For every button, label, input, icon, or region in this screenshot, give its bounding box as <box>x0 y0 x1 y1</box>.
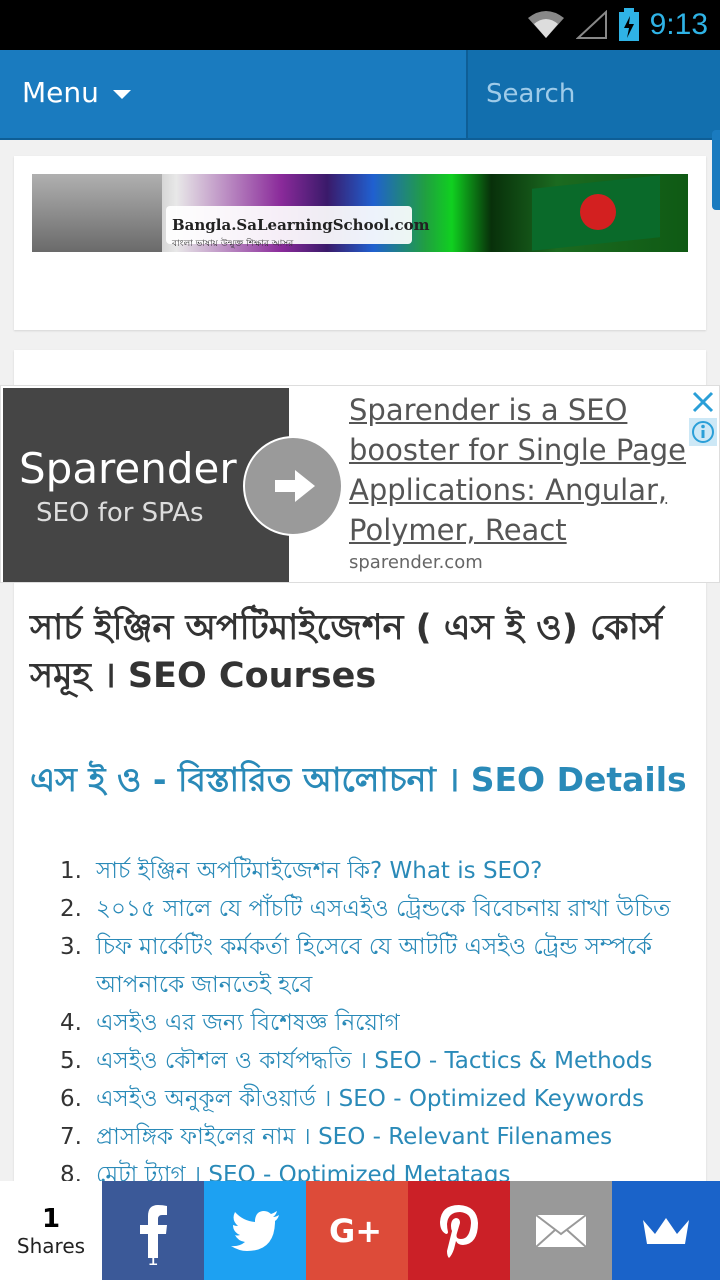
list-item: 4. এসইও এর জন্য বিশেষজ্ঞ নিয়োগ <box>60 1004 700 1042</box>
course-link[interactable]: এসইও এর জন্য বিশেষজ্ঞ নিয়োগ <box>96 1004 400 1042</box>
share-count-label: Shares <box>16 1233 86 1258</box>
ad-brand: Sparender <box>19 444 237 493</box>
page-title: সার্চ ইঞ্জিন অপটিমাইজেশন ( এস ই ও) কোর্স… <box>30 608 663 696</box>
google-plus-icon: G+ <box>329 1214 382 1248</box>
share-count: 1 Shares <box>0 1181 102 1280</box>
course-link[interactable]: সার্চ ইঞ্জিন অপটিমাইজেশন কি? What is SEO… <box>96 852 542 890</box>
clock: 9:13 <box>649 8 708 41</box>
caret-down-icon <box>112 90 131 99</box>
email-share-button[interactable] <box>510 1181 612 1280</box>
list-item: 3. চিফ মার্কেটিং কর্মকর্তা হিসেবে যে আটটি… <box>60 928 700 1004</box>
battery-charging-icon <box>618 8 639 41</box>
sumome-share-button[interactable] <box>612 1181 720 1280</box>
menu-button[interactable]: Menu <box>22 76 131 109</box>
course-list: 1. সার্চ ইঞ্জিন অপটিমাইজেশন কি? What is S… <box>60 852 700 1194</box>
banner-site-name: Bangla.SaLearningSchool.com <box>172 216 430 234</box>
ad-domain: sparender.com <box>349 552 483 573</box>
course-link[interactable]: ২০১৫ সালে যে পাঁচটি এসএইও ট্রেন্ডকে বিবে… <box>96 890 670 928</box>
list-item: 1. সার্চ ইঞ্জিন অপটিমাইজেশন কি? What is S… <box>60 852 700 890</box>
list-item: 2. ২০১৫ সালে যে পাঁচটি এসএইও ট্রেন্ডকে বি… <box>60 890 700 928</box>
menu-label: Menu <box>22 76 99 109</box>
course-link[interactable]: এসইও অনুকূল কীওয়ার্ড । SEO - Optimized … <box>96 1080 644 1118</box>
scroll-indicator <box>712 130 720 210</box>
svg-text:G+: G+ <box>329 1214 382 1248</box>
ad-tagline: SEO for SPAs <box>36 498 204 528</box>
google-plus-share-button[interactable]: G+ <box>306 1181 408 1280</box>
search-input[interactable] <box>468 50 720 138</box>
share-count-number: 1 <box>41 1203 61 1234</box>
course-link[interactable]: প্রাসঙ্গিক ফাইলের নাম । SEO - Relevant F… <box>96 1118 612 1156</box>
crown-icon <box>643 1217 689 1244</box>
arrow-right-icon <box>275 470 315 502</box>
email-icon <box>535 1213 587 1248</box>
status-bar: 9:13 <box>0 0 720 50</box>
close-icon[interactable] <box>689 388 717 416</box>
top-navbar: Menu <box>0 50 720 140</box>
course-link[interactable]: চিফ মার্কেটিং কর্মকর্তা হিসেবে যে আটটি এ… <box>96 928 700 1004</box>
section-title[interactable]: এস ই ও - বিস্তারিত আলোচনা । SEO Details <box>30 758 690 802</box>
list-item: 7. প্রাসঙ্গিক ফাইলের নাম । SEO - Relevant… <box>60 1118 700 1156</box>
header-card: Bangla.SaLearningSchool.com বাংলা ভাষায়… <box>14 156 706 330</box>
search-box <box>466 50 720 138</box>
statue-image <box>32 174 162 252</box>
twitter-share-button[interactable] <box>204 1181 306 1280</box>
site-banner[interactable]: Bangla.SaLearningSchool.com বাংলা ভাষায়… <box>32 174 688 252</box>
facebook-share-count: 1 <box>147 1249 159 1270</box>
info-icon <box>692 421 714 443</box>
list-item: 5. এসইও কৌশল ও কার্যপদ্ধতি । SEO - Tactic… <box>60 1042 700 1080</box>
signal-icon <box>575 10 607 39</box>
facebook-share-button[interactable]: 1 <box>102 1181 204 1280</box>
list-item: 6. এসইও অনুকূল কীওয়ার্ড । SEO - Optimize… <box>60 1080 700 1118</box>
banner-tagline: বাংলা ভাষায় উন্মুক্ত শিক্ষার আসর <box>172 239 294 249</box>
ad-banner[interactable]: Sparender SEO for SPAs Sparender is a SE… <box>0 385 720 583</box>
ad-info-button[interactable] <box>689 418 717 446</box>
twitter-icon <box>231 1210 279 1251</box>
ad-headline[interactable]: Sparender is a SEO booster for Single Pa… <box>349 390 705 550</box>
pinterest-share-button[interactable] <box>408 1181 510 1280</box>
wifi-icon <box>527 11 564 38</box>
course-link[interactable]: এসইও কৌশল ও কার্যপদ্ধতি । SEO - Tactics … <box>96 1042 652 1080</box>
share-bar: 1 Shares 1 G+ <box>0 1181 720 1280</box>
pinterest-icon <box>440 1204 478 1258</box>
ad-arrow-button[interactable] <box>243 436 343 536</box>
